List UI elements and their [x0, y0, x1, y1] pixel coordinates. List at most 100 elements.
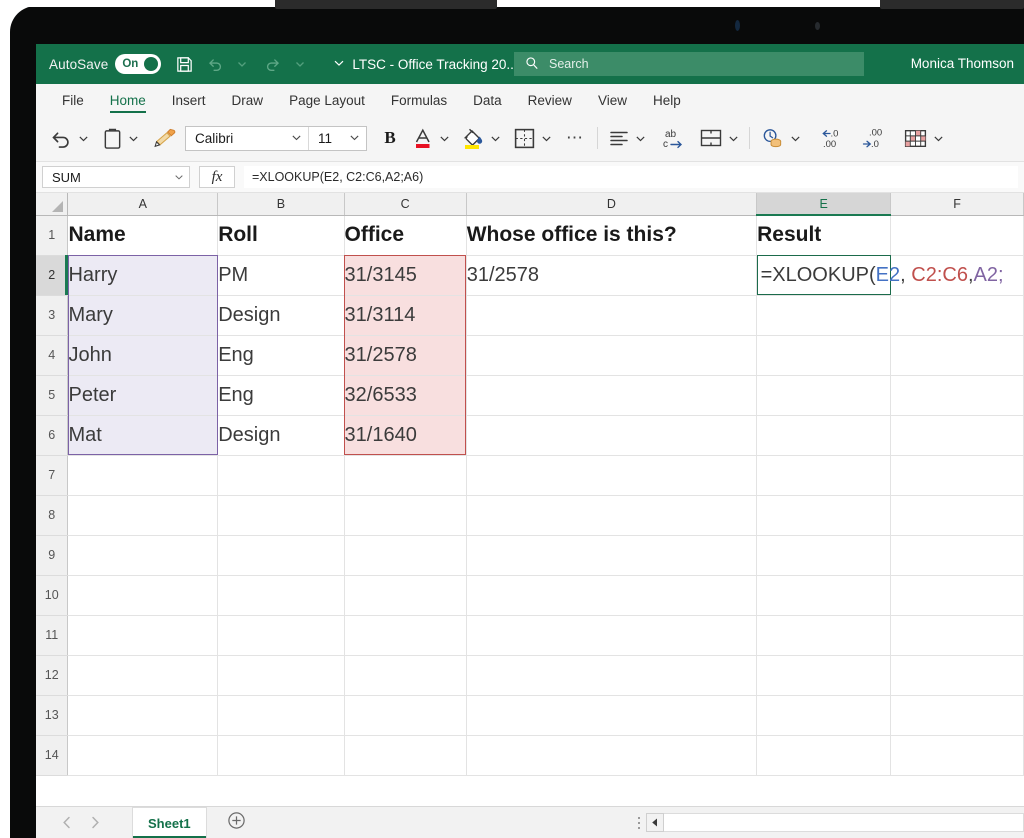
cell-E7[interactable] — [757, 455, 891, 495]
cell-C6[interactable]: 31/1640 — [344, 415, 466, 455]
cell-A8[interactable] — [68, 495, 218, 535]
cell-styles-icon[interactable] — [901, 122, 930, 154]
cell-B2[interactable]: PM — [218, 255, 344, 295]
align-chevron-down-icon[interactable] — [633, 122, 648, 154]
cell-C5[interactable]: 32/6533 — [344, 375, 466, 415]
cell-D5[interactable] — [466, 375, 756, 415]
redo-icon[interactable] — [258, 49, 288, 79]
cell-B11[interactable] — [218, 615, 344, 655]
redo-dropdown-chevron-down-icon[interactable] — [285, 49, 315, 79]
sheet-tab-sheet1[interactable]: Sheet1 — [132, 807, 207, 838]
col-header-c[interactable]: C — [344, 193, 466, 215]
cell-B9[interactable] — [218, 535, 344, 575]
cell-C3[interactable]: 31/3114 — [344, 295, 466, 335]
undo-icon[interactable] — [200, 49, 230, 79]
bold-button[interactable]: B — [376, 128, 404, 148]
fill-color-icon[interactable] — [459, 122, 487, 154]
cell-A12[interactable] — [68, 655, 218, 695]
cell-E11[interactable] — [757, 615, 891, 655]
cell-D3[interactable] — [466, 295, 756, 335]
select-all-corner[interactable] — [36, 193, 68, 215]
row-header-9[interactable]: 9 — [36, 535, 68, 575]
cell-D2[interactable]: 31/2578 — [466, 255, 756, 295]
cell-D12[interactable] — [466, 655, 756, 695]
cell-F4[interactable] — [891, 335, 1024, 375]
row-header-1[interactable]: 1 — [36, 215, 68, 255]
cell-B12[interactable] — [218, 655, 344, 695]
cell-styles-chevron-down-icon[interactable] — [931, 122, 946, 154]
cell-F3[interactable] — [891, 295, 1024, 335]
cell-D6[interactable] — [466, 415, 756, 455]
cell-F8[interactable] — [891, 495, 1024, 535]
cell-E9[interactable] — [757, 535, 891, 575]
merge-chevron-down-icon[interactable] — [726, 122, 741, 154]
document-title-area[interactable]: LTSC - Office Tracking 20... — [333, 57, 535, 72]
cell-E3[interactable] — [757, 295, 891, 335]
cell-B4[interactable]: Eng — [218, 335, 344, 375]
decrease-decimal-icon[interactable]: .0 .00 — [817, 122, 847, 154]
row-header-5[interactable]: 5 — [36, 375, 68, 415]
cell-A13[interactable] — [68, 695, 218, 735]
cell-E14[interactable] — [757, 735, 891, 775]
borders-icon[interactable] — [511, 122, 538, 154]
row-header-4[interactable]: 4 — [36, 335, 68, 375]
row-header-8[interactable]: 8 — [36, 495, 68, 535]
cell-C14[interactable] — [344, 735, 466, 775]
cell-A6[interactable]: Mat — [68, 415, 218, 455]
search-input[interactable]: Search — [514, 52, 864, 76]
cell-F5[interactable] — [891, 375, 1024, 415]
cell-C13[interactable] — [344, 695, 466, 735]
cell-A3[interactable]: Mary — [68, 295, 218, 335]
scroll-grip-handle[interactable] — [638, 817, 640, 829]
col-header-b[interactable]: B — [218, 193, 344, 215]
row-header-13[interactable]: 13 — [36, 695, 68, 735]
paste-chevron-down-icon[interactable] — [126, 122, 141, 154]
col-header-d[interactable]: D — [466, 193, 756, 215]
cell-A2[interactable]: Harry — [68, 255, 218, 295]
cell-C11[interactable] — [344, 615, 466, 655]
font-color-icon[interactable] — [410, 122, 436, 154]
align-left-icon[interactable] — [606, 122, 632, 154]
cell-C4[interactable]: 31/2578 — [344, 335, 466, 375]
row-header-14[interactable]: 14 — [36, 735, 68, 775]
cell-F1[interactable] — [891, 215, 1024, 255]
cell-B8[interactable] — [218, 495, 344, 535]
cell-A14[interactable] — [68, 735, 218, 775]
row-header-6[interactable]: 6 — [36, 415, 68, 455]
cell-D13[interactable] — [466, 695, 756, 735]
number-format-icon[interactable] — [758, 122, 787, 154]
name-box[interactable]: SUM — [42, 166, 190, 188]
cell-F7[interactable] — [891, 455, 1024, 495]
chevron-left-icon[interactable] — [62, 816, 72, 829]
tab-formulas[interactable]: Formulas — [379, 90, 459, 115]
cell-B6[interactable]: Design — [218, 415, 344, 455]
row-header-3[interactable]: 3 — [36, 295, 68, 335]
cell-D11[interactable] — [466, 615, 756, 655]
cell-B5[interactable]: Eng — [218, 375, 344, 415]
cell-B13[interactable] — [218, 695, 344, 735]
save-icon[interactable] — [169, 49, 199, 79]
cell-E10[interactable] — [757, 575, 891, 615]
cell-D14[interactable] — [466, 735, 756, 775]
font-name-select[interactable]: Calibri — [186, 127, 308, 150]
cell-A5[interactable]: Peter — [68, 375, 218, 415]
chevron-right-icon[interactable] — [90, 816, 100, 829]
cell-A1[interactable]: Name — [68, 215, 218, 255]
cell-F14[interactable] — [891, 735, 1024, 775]
undo-dropdown-chevron-down-icon[interactable] — [227, 49, 257, 79]
add-sheet-icon[interactable] — [227, 811, 246, 835]
cell-C9[interactable] — [344, 535, 466, 575]
font-color-chevron-down-icon[interactable] — [437, 122, 452, 154]
tab-review[interactable]: Review — [516, 90, 584, 115]
tab-file[interactable]: File — [50, 90, 96, 115]
cell-F6[interactable] — [891, 415, 1024, 455]
autosave-control[interactable]: AutoSave On — [49, 54, 161, 74]
row-header-2[interactable]: 2 — [36, 255, 68, 295]
cell-B10[interactable] — [218, 575, 344, 615]
more-options-icon[interactable]: ⋯ — [562, 122, 589, 154]
cell-B3[interactable]: Design — [218, 295, 344, 335]
cell-F9[interactable] — [891, 535, 1024, 575]
undo-chevron-down-icon[interactable] — [76, 122, 91, 154]
tab-draw[interactable]: Draw — [220, 90, 276, 115]
col-header-a[interactable]: A — [68, 193, 218, 215]
